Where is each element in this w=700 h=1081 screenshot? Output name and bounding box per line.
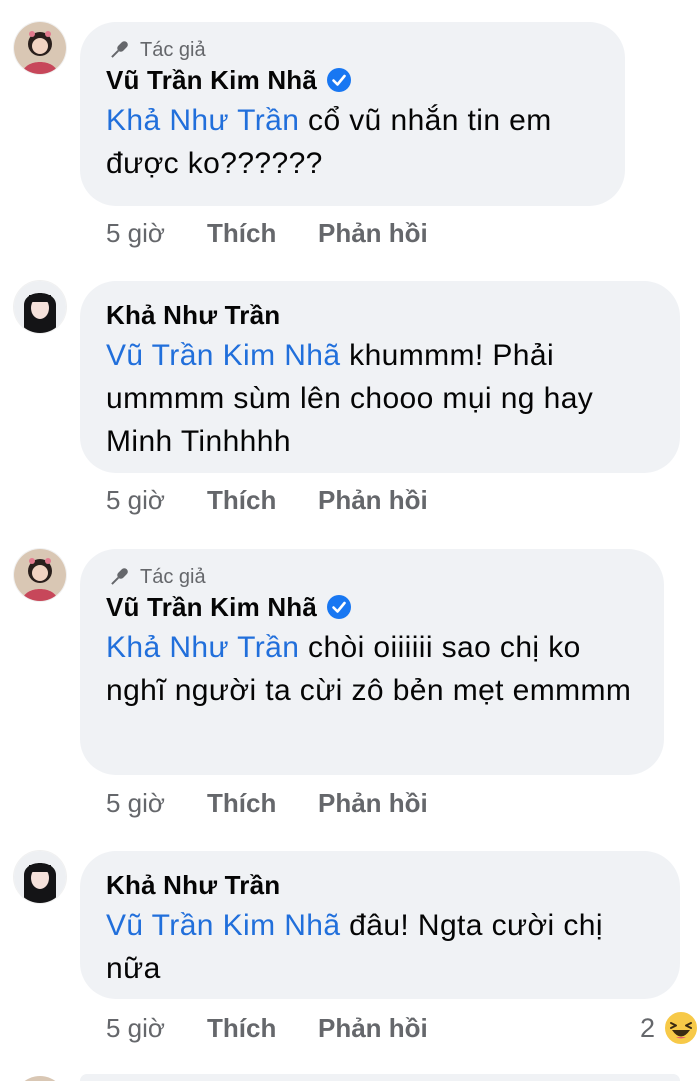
comment-bubble: Tác giả Vũ Trần Kim Nhã Khả Như Trần cổ … xyxy=(80,22,625,206)
reply-button[interactable]: Phản hồi xyxy=(318,788,428,819)
comment-text: Khả Như Trần cổ vũ nhắn tin em được ko??… xyxy=(106,99,599,185)
comment-bubble: Tác giả Vũ Trần Kim Nhã Khả Như Trần chò… xyxy=(80,549,664,775)
avatar-image xyxy=(14,851,66,903)
like-button[interactable]: Thích xyxy=(207,218,318,249)
like-button[interactable]: Thích xyxy=(207,485,318,516)
comment-author-name[interactable]: Vũ Trần Kim Nhã xyxy=(106,65,317,96)
reaction-summary[interactable]: 2 xyxy=(640,1008,700,1048)
avatar-image xyxy=(14,281,66,333)
reply-button[interactable]: Phản hồi xyxy=(318,218,428,249)
comment-actions: 5 giờ Thích Phản hồi xyxy=(106,783,428,823)
comment-author-name[interactable]: Vũ Trần Kim Nhã xyxy=(106,592,317,623)
mention-link[interactable]: Khả Như Trần xyxy=(106,631,299,664)
next-comment-avatar-partial xyxy=(14,1076,66,1081)
comment-author-name[interactable]: Khả Như Trần xyxy=(106,870,280,901)
avatar-kim-nha[interactable] xyxy=(14,22,66,74)
reply-button[interactable]: Phản hồi xyxy=(318,1013,428,1044)
comment-author-name[interactable]: Khả Như Trần xyxy=(106,300,280,331)
author-badge: Tác giả xyxy=(106,37,599,63)
comment-text: Vũ Trần Kim Nhã khummm! Phải ummmm sùm l… xyxy=(106,334,654,463)
author-badge-label: Tác giả xyxy=(140,565,206,588)
avatar-image xyxy=(14,549,66,601)
comment-actions: 5 giờ Thích Phản hồi xyxy=(106,480,428,520)
reply-button[interactable]: Phản hồi xyxy=(318,485,428,516)
microphone-icon xyxy=(111,41,128,58)
comment-timestamp[interactable]: 5 giờ xyxy=(106,788,207,819)
comment-timestamp[interactable]: 5 giờ xyxy=(106,1013,207,1044)
comment-text: Khả Như Trần chòi oiiiiii sao chị ko ngh… xyxy=(106,626,638,712)
like-button[interactable]: Thích xyxy=(207,1013,318,1044)
like-button[interactable]: Thích xyxy=(207,788,318,819)
author-badge: Tác giả xyxy=(106,564,638,590)
verified-badge-icon xyxy=(327,595,352,619)
comment-actions: 5 giờ Thích Phản hồi xyxy=(106,213,428,253)
comment-actions: 5 giờ Thích Phản hồi xyxy=(106,1008,428,1048)
comment-text: Vũ Trần Kim Nhã đâu! Ngta cười chị nữa xyxy=(106,904,654,990)
next-comment-bubble-partial xyxy=(80,1074,680,1081)
reaction-count: 2 xyxy=(640,1012,656,1043)
comment-bubble: Khả Như Trần Vũ Trần Kim Nhã khummm! Phả… xyxy=(80,281,680,473)
haha-emoji-icon xyxy=(663,1010,700,1046)
author-badge-label: Tác giả xyxy=(140,38,206,61)
avatar-kha-nhu[interactable] xyxy=(14,281,66,333)
verified-badge-icon xyxy=(327,68,352,92)
avatar-image xyxy=(14,22,66,74)
avatar-kha-nhu[interactable] xyxy=(14,851,66,903)
mention-link[interactable]: Vũ Trần Kim Nhã xyxy=(106,909,340,942)
mention-link[interactable]: Khả Như Trần xyxy=(106,104,299,137)
comment-bubble: Khả Như Trần Vũ Trần Kim Nhã đâu! Ngta c… xyxy=(80,851,680,999)
mention-link[interactable]: Vũ Trần Kim Nhã xyxy=(106,339,340,372)
comment-timestamp[interactable]: 5 giờ xyxy=(106,485,207,516)
avatar-kim-nha[interactable] xyxy=(14,549,66,601)
microphone-icon xyxy=(111,568,128,585)
comment-timestamp[interactable]: 5 giờ xyxy=(106,218,207,249)
